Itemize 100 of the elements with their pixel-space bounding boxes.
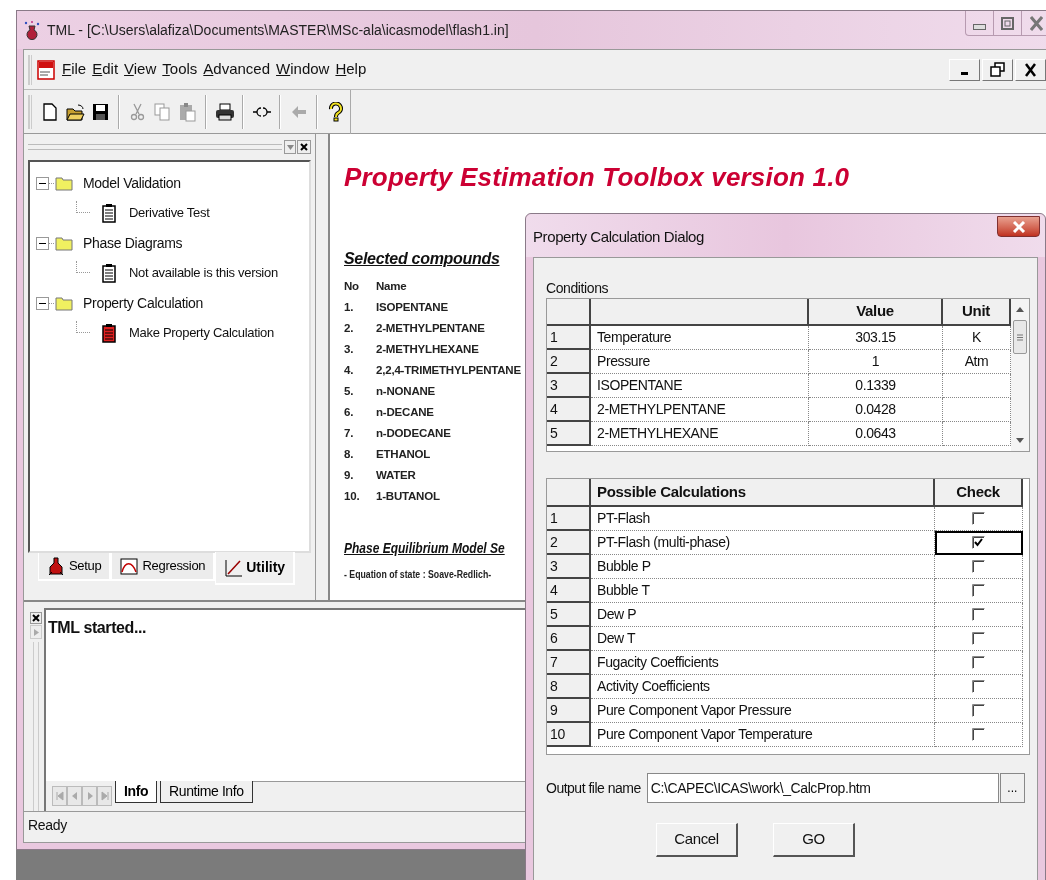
table-cell[interactable]: Fugacity Coefficients (591, 651, 935, 675)
tree-item[interactable]: Derivative Test (129, 203, 210, 223)
table-cell[interactable]: Pressure (591, 350, 809, 374)
table-cell[interactable]: PT-Flash (multi-phase) (591, 531, 935, 555)
scrollbar[interactable] (1011, 299, 1029, 451)
table-cell[interactable]: 0.0643 (809, 422, 943, 446)
table-cell[interactable]: 0.1339 (809, 374, 943, 398)
menu-item[interactable]: View (124, 58, 157, 81)
check-cell[interactable] (935, 651, 1023, 675)
check-cell[interactable] (935, 555, 1023, 579)
check-cell[interactable] (935, 627, 1023, 651)
section-title: Phase Equilibrium Model Se (344, 538, 505, 558)
table-cell[interactable]: 0.0428 (809, 398, 943, 422)
close-button[interactable] (997, 216, 1040, 237)
log-tab[interactable]: Runtime Info (160, 781, 253, 803)
check-cell[interactable] (935, 675, 1023, 699)
mdi-minimize-button[interactable] (949, 58, 980, 81)
dialog-button[interactable]: GO (773, 823, 855, 857)
mdi-restore-button[interactable] (982, 58, 1013, 81)
table-cell[interactable]: Pure Component Vapor Temperature (591, 723, 935, 747)
table-cell[interactable]: 303.15 (809, 326, 943, 350)
close-button[interactable] (297, 140, 311, 154)
checkbox[interactable] (972, 560, 985, 573)
close-button[interactable] (30, 612, 42, 624)
printer-icon (214, 101, 235, 122)
checkbox[interactable] (972, 704, 985, 717)
table-cell[interactable]: Dew P (591, 603, 935, 627)
log-tab[interactable]: Info (115, 781, 158, 803)
panel-tab[interactable]: Setup (38, 553, 112, 581)
tree-item[interactable]: Not available is this version (129, 263, 278, 283)
checkbox[interactable] (972, 728, 985, 741)
checkbox[interactable] (972, 584, 985, 597)
check-cell[interactable] (935, 507, 1023, 531)
column-header: No (344, 278, 360, 294)
browse-button[interactable]: ... (999, 773, 1025, 803)
compound-name: 2-METHYLPENTANE (376, 320, 486, 336)
flask-figure-icon (47, 556, 65, 576)
table-cell[interactable]: Pure Component Vapor Pressure (591, 699, 935, 723)
checkbox[interactable] (972, 656, 985, 669)
minimize-icon (973, 24, 986, 30)
compound-name: n-NONANE (376, 383, 437, 399)
caret-icon (286, 144, 294, 150)
last-icon (100, 791, 109, 801)
mdi-close-icon (1025, 62, 1036, 77)
checkbox[interactable] (972, 608, 985, 621)
grip-icon (1017, 333, 1023, 341)
folder-icon (55, 175, 73, 191)
copy-icon (152, 101, 173, 122)
panel-tab[interactable]: Regression (111, 553, 216, 581)
menu-item[interactable]: Help (335, 58, 367, 81)
checkbox[interactable] (972, 632, 985, 645)
folder-icon (55, 235, 73, 251)
clipboard-icon (102, 323, 116, 343)
page-heading: Property Estimation Toolbox version 1.0 (344, 161, 851, 194)
header-cell (547, 479, 591, 507)
check-cell[interactable] (935, 603, 1023, 627)
row-header: 3 (547, 374, 591, 398)
clipboard-icon (102, 263, 116, 283)
tree-item[interactable]: Property Calculation (83, 292, 204, 314)
checkbox[interactable] (972, 536, 985, 549)
collapse-toggle[interactable] (36, 236, 49, 250)
compound-name: 1-BUTANOL (376, 488, 441, 504)
mdi-minimize-icon (961, 72, 968, 75)
header-cell (547, 299, 591, 326)
table-cell[interactable]: Dew T (591, 627, 935, 651)
checkbox[interactable] (972, 512, 985, 525)
checkbox[interactable] (972, 680, 985, 693)
table-cell[interactable]: 1 (809, 350, 943, 374)
menu-item[interactable]: Tools (162, 58, 198, 81)
check-cell[interactable] (935, 723, 1023, 747)
panel-tab[interactable]: Utility (215, 552, 296, 585)
row-number: 9. (344, 467, 355, 483)
dialog-button[interactable]: Cancel (656, 823, 738, 857)
up-arrow-icon (1016, 307, 1024, 312)
output-file-field[interactable]: C:\CAPEC\ICAS\work\_CalcProp.htm (646, 773, 999, 803)
menu-item[interactable]: Edit (92, 58, 119, 81)
check-cell[interactable] (935, 531, 1023, 555)
check-cell[interactable] (935, 579, 1023, 603)
menu-item[interactable]: Window (276, 58, 330, 81)
table-cell[interactable]: ISOPENTANE (591, 374, 809, 398)
collapse-toggle[interactable] (36, 176, 49, 190)
row-number: 7. (344, 425, 355, 441)
table-cell[interactable]: 2-METHYLPENTANE (591, 398, 809, 422)
tree-item[interactable]: Model Validation (83, 172, 181, 194)
table-cell[interactable]: 2-METHYLHEXANE (591, 422, 809, 446)
collapse-toggle[interactable] (36, 296, 49, 310)
menu-item[interactable]: Advanced (203, 58, 271, 81)
table-cell[interactable]: Activity Coefficients (591, 675, 935, 699)
table-cell[interactable]: Bubble T (591, 579, 935, 603)
table-cell[interactable]: PT-Flash (591, 507, 935, 531)
check-cell[interactable] (935, 699, 1023, 723)
model-line: - Equation of state : Soave-Redlich- (344, 566, 492, 582)
table-cell[interactable]: Temperature (591, 326, 809, 350)
table-cell[interactable]: Bubble P (591, 555, 935, 579)
menu-item[interactable]: File (62, 58, 87, 81)
column-header: Unit (943, 299, 1011, 326)
tree-item[interactable]: Phase Diagrams (83, 232, 183, 254)
row-header: 1 (547, 507, 591, 531)
tree-item[interactable]: Make Property Calculation (129, 323, 274, 343)
mdi-close-button[interactable] (1015, 58, 1046, 81)
